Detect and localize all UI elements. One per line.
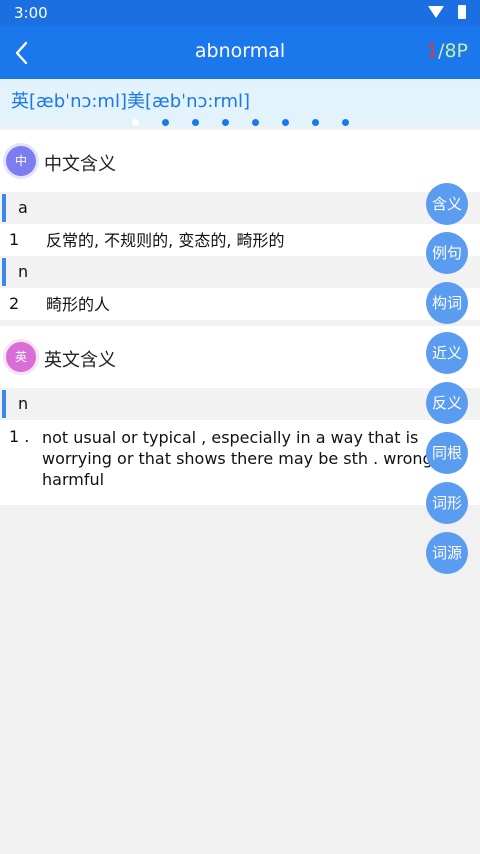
fab-word-forms[interactable]: 词形 [426,482,468,524]
page-dot[interactable] [252,119,259,126]
definition-text: 畸形的人 [46,295,111,314]
part-of-speech: n [18,262,29,281]
chinese-section-header: 中 中文含义 [0,140,480,180]
page-dot[interactable] [222,119,229,126]
page-total: /8P [438,40,468,62]
status-time: 3:00 [14,4,48,22]
chinese-section-title: 中文含义 [44,154,116,175]
definition-text: 反常的, 不规则的, 变态的, 畸形的 [46,231,285,250]
fab-etymology[interactable]: 词源 [426,532,468,574]
part-of-speech: a [18,198,28,217]
chinese-meaning-card: 中 中文含义 a 1 反常的, 不规则的, 变态的, 畸形的 n 2 畸形的人 [0,130,480,320]
english-section-header: 英 英文含义 [0,336,480,376]
page-dot[interactable] [342,119,349,126]
page-dot[interactable] [132,119,139,126]
page-dot[interactable] [162,119,169,126]
pos-accent-bar [2,258,6,286]
english-section-title: 英文含义 [44,350,116,371]
page-dot[interactable] [312,119,319,126]
page-indicator: 1/8P [426,40,468,62]
definition-text: not usual or typical , especially in a w… [42,428,455,489]
fab-synonyms[interactable]: 近义 [426,332,468,374]
fab-examples[interactable]: 例句 [426,232,468,274]
pos-accent-bar [2,194,6,222]
phonetics-bar: 英[æbˈnɔ:ml] 美[æbˈnɔ:rml] [0,79,480,117]
fab-antonyms[interactable]: 反义 [426,382,468,424]
definition-number: 1 [9,230,20,249]
page-dot[interactable] [192,119,199,126]
page-dot[interactable] [282,119,289,126]
part-of-speech-row: a [0,192,480,224]
status-bar: 3:00 [0,0,480,26]
phonetic-us[interactable]: 美[æbˈnɔ:rml] [127,87,250,113]
fab-word-formation[interactable]: 构词 [426,282,468,324]
english-badge-icon: 英 [6,342,36,372]
chinese-badge-icon: 中 [6,146,36,176]
page-title: abnormal [194,40,286,62]
part-of-speech-row: n [0,388,480,420]
english-meaning-card: 英 英文含义 n 1 . not usual or typical , espe… [0,326,480,505]
app-bar: abnormal 1/8P [0,26,480,79]
phonetic-uk[interactable]: 英[æbˈnɔ:ml] [11,87,127,113]
wifi-icon [428,6,444,18]
definition-number: 1 . [9,427,30,446]
fab-cognates[interactable]: 同根 [426,432,468,474]
page-current: 1 [425,40,439,62]
part-of-speech: n [18,394,29,413]
page-dots [0,117,480,127]
battery-icon [458,5,466,19]
definition-number: 2 [9,294,20,313]
fab-meaning[interactable]: 含义 [426,183,468,225]
pos-accent-bar [2,390,6,418]
part-of-speech-row: n [0,256,480,288]
